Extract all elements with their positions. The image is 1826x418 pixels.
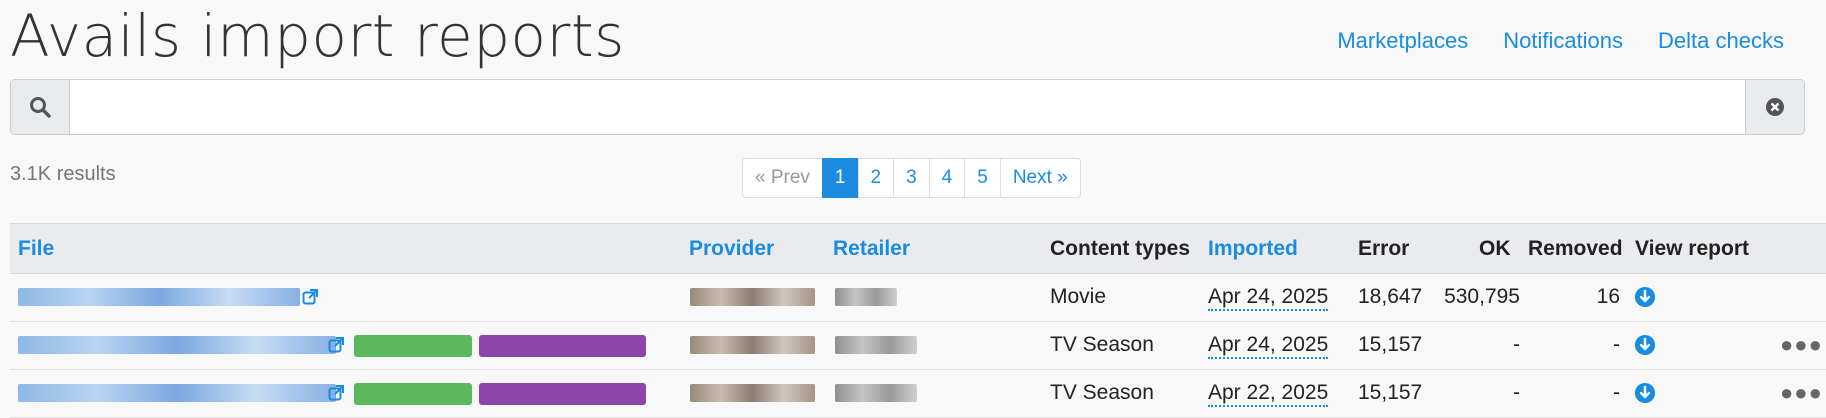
status-badge <box>354 383 472 405</box>
imported-date[interactable]: Apr 24, 2025 <box>1208 285 1329 311</box>
search-input[interactable] <box>70 80 1745 134</box>
external-link-icon[interactable] <box>328 337 344 353</box>
retailer-name <box>835 336 917 354</box>
page-4-button[interactable]: 4 <box>928 158 966 198</box>
imported-column-header[interactable]: Imported <box>1208 237 1298 261</box>
error-count: 15,157 <box>1358 381 1423 404</box>
file-link[interactable] <box>18 336 336 354</box>
arrow-circle-down-icon[interactable] <box>1635 335 1655 355</box>
table-row: TV Season Apr 24, 2025 15,157 - - ●●● <box>10 322 1826 370</box>
provider-name <box>690 288 815 306</box>
status-badge <box>354 335 472 357</box>
removed-count: - <box>1613 381 1620 404</box>
page-1-button[interactable]: 1 <box>821 158 859 198</box>
search-icon <box>11 80 70 134</box>
removed-column-header: Removed <box>1528 237 1623 260</box>
imported-date[interactable]: Apr 22, 2025 <box>1208 381 1329 407</box>
content-type: TV Season <box>1050 381 1154 404</box>
results-count: 3.1K results <box>10 163 116 185</box>
removed-count: 16 <box>1596 285 1620 308</box>
imported-date[interactable]: Apr 24, 2025 <box>1208 333 1329 359</box>
times-circle-icon <box>1766 98 1784 116</box>
content-types-column-header: Content types <box>1050 237 1191 260</box>
file-link[interactable] <box>18 384 336 402</box>
file-column-header[interactable]: File <box>18 237 54 261</box>
page-title: Avails import reports <box>10 2 625 70</box>
error-column-header: Error <box>1358 237 1410 260</box>
retailer-column-header[interactable]: Retailer <box>833 237 910 261</box>
page-5-button[interactable]: 5 <box>964 158 1001 198</box>
page-3-button[interactable]: 3 <box>893 158 930 198</box>
error-count: 18,647 <box>1358 285 1423 308</box>
marketplaces-link[interactable]: Marketplaces <box>1337 28 1468 54</box>
content-type: TV Season <box>1050 333 1154 356</box>
search-bar <box>10 79 1805 135</box>
arrow-circle-down-icon[interactable] <box>1635 287 1655 307</box>
arrow-circle-down-icon[interactable] <box>1635 383 1655 403</box>
ok-column-header: OK <box>1479 237 1511 260</box>
ok-count: - <box>1513 381 1520 404</box>
notifications-link[interactable]: Notifications <box>1503 28 1623 54</box>
prev-page-button: « Prev <box>742 158 823 198</box>
clear-search-button[interactable] <box>1745 80 1804 134</box>
file-link[interactable] <box>18 288 300 306</box>
pagination: « Prev 1 2 3 4 5 Next » <box>742 158 1081 198</box>
top-nav: Marketplaces Notifications Delta checks <box>1337 28 1784 54</box>
external-link-icon[interactable] <box>302 289 318 305</box>
ok-count: - <box>1513 333 1520 356</box>
status-badge <box>479 335 646 357</box>
external-link-icon[interactable] <box>328 385 344 401</box>
provider-column-header[interactable]: Provider <box>689 237 774 261</box>
retailer-name <box>835 288 897 306</box>
ok-count: 530,795 <box>1444 285 1520 308</box>
content-type: Movie <box>1050 285 1107 308</box>
delta-checks-link[interactable]: Delta checks <box>1658 28 1784 54</box>
table-header: File Provider Retailer Content types Imp… <box>10 223 1826 274</box>
status-badge <box>479 383 646 405</box>
retailer-name <box>835 384 917 402</box>
provider-name <box>690 384 815 402</box>
view-report-column-header: View report <box>1635 237 1749 260</box>
ellipsis-icon[interactable]: ●●● <box>1780 332 1823 358</box>
removed-count: - <box>1613 333 1620 356</box>
page-2-button[interactable]: 2 <box>857 158 895 198</box>
ellipsis-icon[interactable]: ●●● <box>1780 380 1823 406</box>
table-row: Movie Apr 24, 2025 18,647 530,795 16 <box>10 274 1826 322</box>
provider-name <box>690 336 815 354</box>
next-page-button[interactable]: Next » <box>999 158 1081 198</box>
table-row: TV Season Apr 22, 2025 15,157 - - ●●● <box>10 370 1826 418</box>
reports-table: File Provider Retailer Content types Imp… <box>10 223 1826 418</box>
error-count: 15,157 <box>1358 333 1423 356</box>
